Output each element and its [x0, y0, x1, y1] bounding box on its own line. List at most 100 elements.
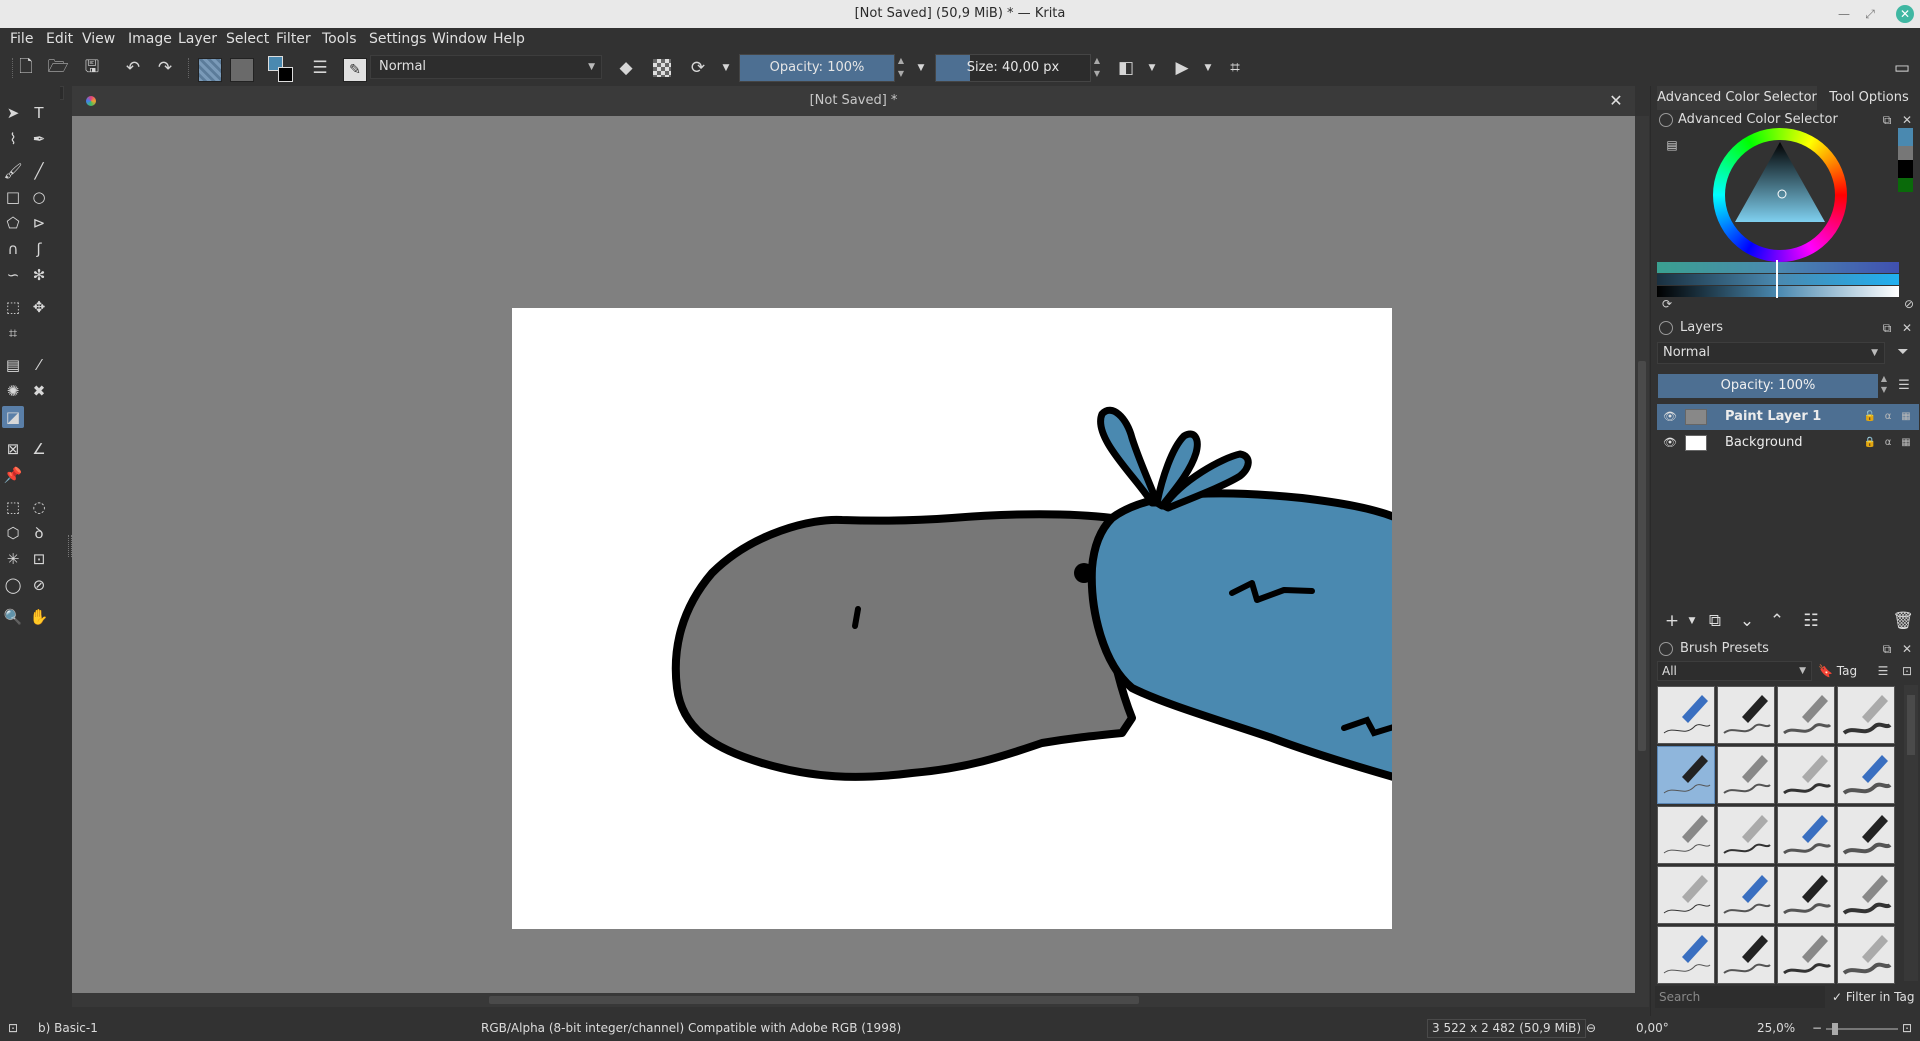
- recent-colors-strip[interactable]: [1898, 128, 1913, 194]
- float-panel-icon[interactable]: ⧉: [1880, 642, 1894, 656]
- brush-preset-cell[interactable]: [1717, 926, 1775, 984]
- opacity-spin-arrows[interactable]: ▲ ▼: [895, 54, 907, 82]
- delete-layer-icon[interactable]: 🗑: [1891, 609, 1915, 633]
- brush-preset-cell[interactable]: [1837, 686, 1895, 744]
- bezier-selection-icon[interactable]: ◯: [2, 574, 24, 596]
- inherit-alpha-icon[interactable]: ▦: [1899, 436, 1913, 450]
- reload-preset-icon[interactable]: ⟳: [686, 56, 710, 80]
- brush-preset-cell[interactable]: [1717, 806, 1775, 864]
- panel-lock-icon[interactable]: [1659, 113, 1673, 127]
- menu-select[interactable]: Select: [226, 28, 269, 50]
- brush-filter-dropdown[interactable]: All ▼: [1657, 661, 1812, 681]
- hue-shade-bar[interactable]: [1657, 262, 1899, 273]
- zoom-out-icon[interactable]: −: [1812, 1016, 1822, 1041]
- lock-icon[interactable]: 🔒: [1863, 436, 1877, 450]
- edit-shapes-tool-icon[interactable]: ⌇: [2, 128, 24, 150]
- measure-tool-icon[interactable]: ∠: [28, 438, 50, 460]
- gradient-tool-icon[interactable]: ▤: [2, 354, 24, 376]
- chevron-down-icon[interactable]: ▼: [1196, 56, 1220, 80]
- menu-tools[interactable]: Tools: [322, 28, 357, 50]
- saturation-shade-bar[interactable]: [1657, 274, 1899, 285]
- redo-icon[interactable]: ↷: [153, 56, 177, 80]
- document-tab[interactable]: [Not Saved] * ✕: [72, 86, 1635, 116]
- fill-pattern-icon[interactable]: [230, 58, 254, 82]
- bezier-curve-tool-icon[interactable]: ∩: [2, 238, 24, 260]
- horizontal-scrollbar[interactable]: [72, 993, 1635, 1007]
- brush-view-menu-icon[interactable]: ☰: [1876, 664, 1890, 678]
- brush-preset-cell[interactable]: [1837, 746, 1895, 804]
- brush-grid-scroll-thumb[interactable]: [1907, 695, 1915, 755]
- assistant-tool-icon[interactable]: ⊠: [2, 438, 24, 460]
- background-color-swatch[interactable]: [278, 67, 293, 82]
- fill-tool-icon[interactable]: ◪: [2, 406, 24, 428]
- zoom-slider[interactable]: [1826, 1023, 1898, 1035]
- brush-preset-cell[interactable]: [1777, 686, 1835, 744]
- brush-preset-cell[interactable]: [1657, 746, 1715, 804]
- filter-layers-icon[interactable]: ⏷: [1896, 345, 1910, 359]
- alpha-lock-icon[interactable]: α: [1881, 410, 1895, 424]
- move-tool-icon[interactable]: ✥: [28, 296, 50, 318]
- rotation-reset-icon[interactable]: ⊖: [1586, 1016, 1596, 1041]
- recent-color-swatch[interactable]: [1898, 160, 1913, 178]
- brush-settings-icon[interactable]: ☰: [308, 56, 332, 80]
- brush-preset-cell[interactable]: [1837, 806, 1895, 864]
- similar-color-selection-icon[interactable]: ⊡: [28, 548, 50, 570]
- freehand-selection-icon[interactable]: ꝺ: [28, 522, 50, 544]
- color-picker-tool-icon[interactable]: ⁄: [28, 354, 50, 376]
- layer-row[interactable]: 👁 Paint Layer 1 🔓 α ▦: [1657, 404, 1919, 430]
- maximize-icon[interactable]: ⤢: [1860, 4, 1880, 24]
- brush-preset-icon[interactable]: ✎: [343, 58, 367, 82]
- duplicate-layer-icon[interactable]: ⧉: [1703, 609, 1727, 633]
- brush-preset-cell[interactable]: [1657, 686, 1715, 744]
- document-canvas[interactable]: [512, 308, 1392, 929]
- recent-color-swatch[interactable]: [1898, 146, 1913, 160]
- recent-color-swatch[interactable]: [1898, 178, 1913, 192]
- layer-row[interactable]: 👁 Background 🔒 α ▦: [1657, 430, 1919, 456]
- vertical-scroll-thumb[interactable]: [1638, 361, 1646, 751]
- line-tool-icon[interactable]: ╱: [28, 160, 50, 182]
- brush-preset-cell[interactable]: [1777, 806, 1835, 864]
- freehand-brush-tool-icon[interactable]: 🖌: [2, 160, 24, 182]
- panel-lock-icon[interactable]: [1659, 642, 1673, 656]
- menu-layer[interactable]: Layer: [178, 28, 217, 50]
- brush-presets-settings-icon[interactable]: ⊡: [1900, 664, 1914, 678]
- menu-settings[interactable]: Settings: [369, 28, 426, 50]
- magnetic-selection-icon[interactable]: ⊘: [28, 574, 50, 596]
- value-shade-bar[interactable]: [1657, 286, 1899, 297]
- menu-edit[interactable]: Edit: [46, 28, 73, 50]
- preserve-alpha-icon[interactable]: [653, 59, 671, 77]
- undo-icon[interactable]: ↶: [121, 56, 145, 80]
- contiguous-selection-icon[interactable]: ✳: [2, 548, 24, 570]
- brush-preset-cell[interactable]: [1717, 686, 1775, 744]
- window-close-icon[interactable]: ✕: [1896, 5, 1914, 23]
- chevron-down-icon[interactable]: ▼: [714, 56, 738, 80]
- rectangular-selection-icon[interactable]: ⬚: [2, 496, 24, 518]
- menu-image[interactable]: Image: [128, 28, 172, 50]
- float-panel-icon[interactable]: ⧉: [1880, 113, 1894, 127]
- brush-preset-cell[interactable]: [1657, 866, 1715, 924]
- text-tool-icon[interactable]: T: [28, 102, 50, 124]
- brush-preset-cell[interactable]: [1717, 866, 1775, 924]
- opacity-slider[interactable]: Opacity: 100%: [739, 54, 895, 82]
- zoom-fit-icon[interactable]: ⊡: [1902, 1016, 1912, 1041]
- inherit-alpha-icon[interactable]: ▦: [1899, 410, 1913, 424]
- layer-opacity-spin[interactable]: ▲ ▼: [1878, 373, 1890, 397]
- alpha-lock-icon[interactable]: α: [1881, 436, 1895, 450]
- brush-preset-cell[interactable]: [1657, 806, 1715, 864]
- smart-patch-tool-icon[interactable]: ✖: [28, 380, 50, 402]
- brush-preset-cell[interactable]: [1777, 926, 1835, 984]
- layer-opacity-slider[interactable]: Opacity: 100%: [1658, 374, 1878, 398]
- move-layer-up-icon[interactable]: ⌃: [1765, 609, 1789, 633]
- menu-file[interactable]: File: [10, 28, 33, 50]
- filter-in-tag-checkbox[interactable]: ✓ Filter in Tag: [1832, 986, 1920, 1008]
- fg-bg-color-selector[interactable]: [268, 56, 294, 82]
- close-panel-icon[interactable]: ✕: [1900, 113, 1914, 127]
- menu-window[interactable]: Window: [432, 28, 487, 50]
- recent-color-swatch[interactable]: [1898, 128, 1913, 146]
- transform-tool-icon[interactable]: ⬚: [2, 296, 24, 318]
- colorize-mask-tool-icon[interactable]: ✺: [2, 380, 24, 402]
- brush-preset-cell[interactable]: [1837, 866, 1895, 924]
- brush-size-slider[interactable]: Size: 40,00 px: [935, 54, 1091, 82]
- menu-filter[interactable]: Filter: [276, 28, 311, 50]
- brush-preset-cell[interactable]: [1777, 866, 1835, 924]
